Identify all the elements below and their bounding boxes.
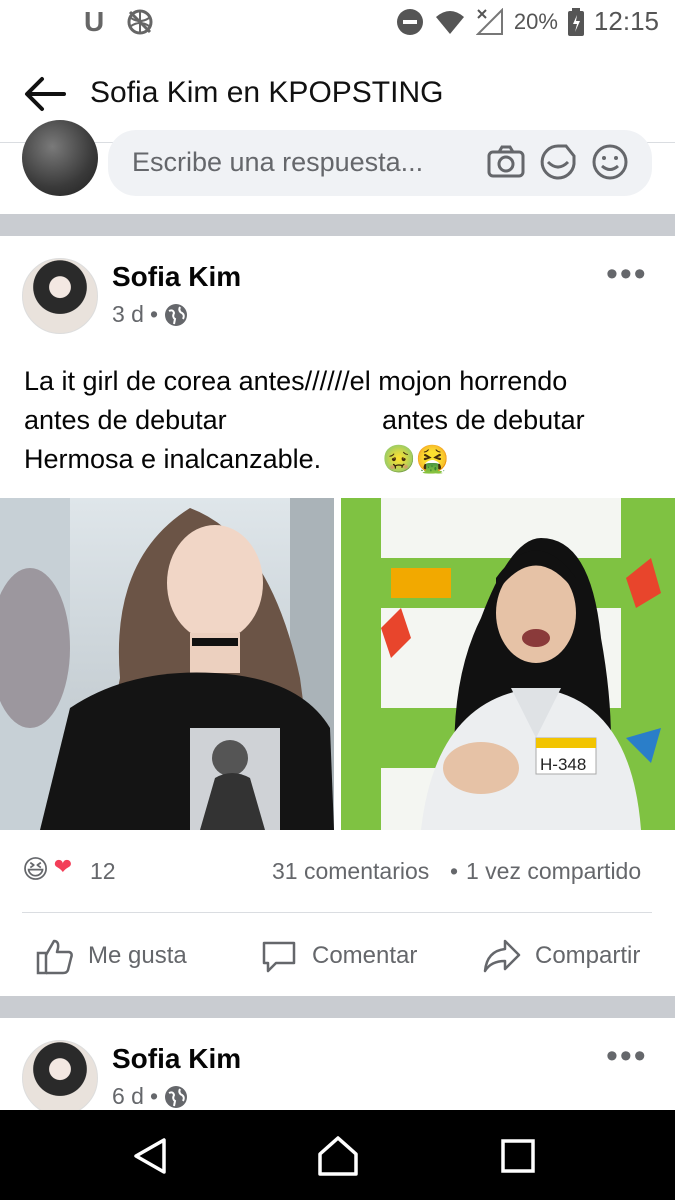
post-text-row: La it girl de corea antes//////el mojon … [24,362,664,401]
share-button[interactable]: Compartir [483,930,640,982]
signal-icon [475,7,503,35]
counts-dot: • [450,858,459,884]
battery-icon [567,7,584,36]
my-avatar[interactable] [22,120,98,196]
next-author-avatar[interactable] [22,1040,98,1116]
post-text-row: antes de debutar antes de debutar [24,401,664,440]
post-options-button[interactable]: ••• [606,255,648,294]
shares-count[interactable]: 1 vez compartido [466,858,641,885]
clock: 12:15 [593,6,659,36]
author-name[interactable]: Sofia Kim [112,261,241,293]
reaction-count[interactable]: 12 [90,858,116,885]
post-text: La it girl de corea antes//////el mojon … [24,362,664,479]
post-photo-2[interactable]: H-348 [341,498,675,830]
meta-dot: • [149,1083,159,1109]
post-time[interactable]: 3 d [112,301,144,328]
actions-divider [22,912,652,913]
feed-separator [0,214,675,236]
app-header: Sofia Kim en KPOPSTING [0,46,675,143]
post-text-col2: antes de debutar [382,405,585,435]
next-post-time[interactable]: 6 d [112,1083,144,1110]
dnd-icon [396,8,423,35]
comment-label: Comentar [312,942,418,969]
network-off-icon [127,9,153,35]
reply-placeholder: Escribe una respuesta... [132,147,424,177]
emoji-icon[interactable] [590,142,630,182]
carrier-glyph: U [84,6,105,37]
next-post-meta: 6 d • [112,1083,188,1110]
meta-dot: • [149,301,159,327]
feed-separator [0,996,675,1018]
photo-1-illustration [0,498,334,830]
post-text-col1: antes de debutar [24,405,227,435]
battery-percent: 20% [513,8,558,34]
candidate-badge: H-348 [540,755,586,774]
comment-icon [262,941,296,973]
wifi-icon [435,10,464,34]
gif-sticker-icon[interactable] [538,142,578,182]
status-right: 20% 12:15 [396,6,659,37]
comment-button[interactable]: Comentar [260,930,417,982]
post-text-col1: Hermosa e inalcanzable. [24,444,322,474]
like-label: Me gusta [88,942,187,969]
post-text-emojis: 🤢🤮 [382,444,450,474]
camera-icon[interactable] [486,142,526,182]
post-counts: 😆 ❤ 12 31 comentarios • 1 vez compartido [22,852,652,892]
author-avatar[interactable] [22,258,98,334]
status-bar: U 20% 12:15 [0,0,675,46]
post-meta: 3 d • [112,301,188,328]
share-label: Compartir [535,942,641,969]
system-nav-bar [0,1110,675,1200]
page-title: Sofia Kim en KPOPSTING [90,76,444,109]
share-icon [483,939,521,973]
post-photo-1[interactable] [0,498,334,830]
post-text-row: Hermosa e inalcanzable. 🤢🤮 [24,440,664,479]
like-button[interactable]: Me gusta [36,930,187,982]
post-text-col1: La it girl de corea antes//////el mojon … [24,366,568,396]
back-nav-icon[interactable] [128,1134,172,1178]
reply-input[interactable]: Escribe una respuesta... [108,130,652,196]
comments-count[interactable]: 31 comentarios [272,858,429,885]
arrow-left-icon[interactable] [22,74,68,114]
photo-2-illustration: H-348 [341,498,675,830]
recents-nav-icon[interactable] [496,1134,540,1178]
love-reaction-icon[interactable]: ❤ [48,854,78,880]
globe-icon [165,303,188,326]
thumbs-up-icon [36,939,73,975]
next-post-options-button[interactable]: ••• [606,1037,648,1076]
next-author-name[interactable]: Sofia Kim [112,1043,241,1075]
haha-reaction-icon[interactable]: 😆 [22,854,49,885]
home-nav-icon[interactable] [316,1134,360,1178]
globe-icon [165,1085,188,1108]
